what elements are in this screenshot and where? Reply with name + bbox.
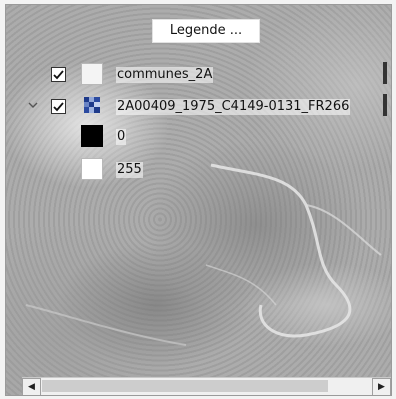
scroll-right-button[interactable]: ▶	[372, 378, 391, 395]
layer-visibility-checkbox-raster[interactable]	[51, 99, 66, 114]
legend-value-0: 0	[116, 129, 127, 145]
legend-swatch-black	[81, 125, 103, 147]
arrow-right-icon: ▶	[378, 382, 385, 392]
layer-drag-handle[interactable]	[383, 94, 387, 116]
raster-layer-icon	[84, 97, 100, 113]
map-roads	[25, 163, 382, 346]
polygon-layer-icon	[81, 63, 103, 85]
layer-name-raster[interactable]: 2A00409_1975_C4149-0131_FR266	[116, 99, 351, 115]
checkmark-icon	[53, 102, 64, 112]
arrow-left-icon: ◀	[28, 382, 35, 392]
checkmark-icon	[53, 70, 64, 80]
chevron-down-icon[interactable]	[26, 99, 40, 113]
layer-name-communes[interactable]: communes_2A	[116, 67, 214, 83]
layer-drag-handle[interactable]	[383, 62, 387, 84]
legend-swatch-white	[81, 158, 103, 180]
legend-panel: Legende ... communes_2A 2A00409_1975_C41…	[5, 4, 392, 396]
layer-visibility-checkbox-communes[interactable]	[51, 67, 66, 82]
legend-title: Legende ...	[152, 19, 260, 43]
scroll-left-button[interactable]: ◀	[22, 378, 41, 395]
horizontal-scrollbar[interactable]: ◀ ▶	[22, 377, 391, 395]
scroll-thumb[interactable]	[42, 380, 328, 392]
legend-value-255: 255	[116, 162, 143, 178]
